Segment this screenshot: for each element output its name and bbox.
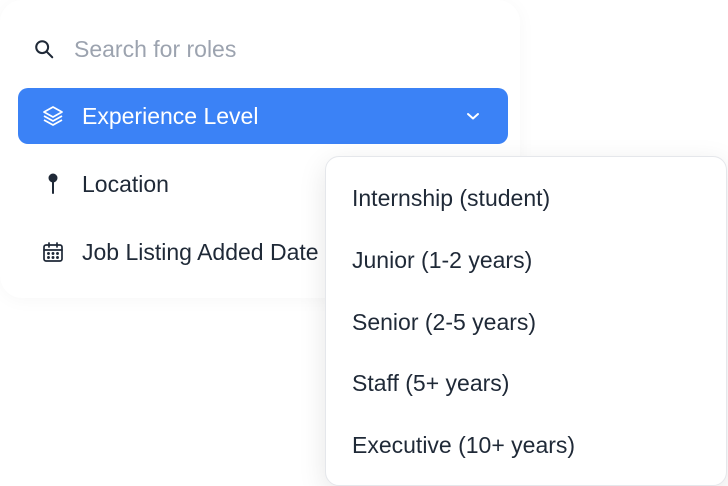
- filter-experience-level[interactable]: Experience Level: [18, 88, 508, 144]
- option-junior[interactable]: Junior (1-2 years): [352, 247, 532, 274]
- layers-icon: [40, 103, 66, 129]
- option-executive[interactable]: Executive (10+ years): [352, 432, 575, 459]
- filter-label: Location: [82, 170, 169, 197]
- calendar-icon: [40, 239, 66, 265]
- option-senior[interactable]: Senior (2-5 years): [352, 309, 536, 336]
- search-bar: [32, 30, 492, 68]
- chevron-down-icon[interactable]: [464, 107, 482, 125]
- option-internship[interactable]: Internship (student): [352, 185, 550, 212]
- search-input[interactable]: [74, 35, 454, 63]
- filter-label: Job Listing Added Date: [82, 238, 319, 265]
- search-icon: [32, 37, 56, 61]
- pin-icon: [40, 171, 66, 197]
- option-staff[interactable]: Staff (5+ years): [352, 370, 509, 397]
- experience-level-dropdown: Internship (student) Junior (1-2 years) …: [325, 156, 727, 486]
- page: Experience Level Location: [0, 0, 728, 486]
- filter-label: Experience Level: [82, 102, 259, 129]
